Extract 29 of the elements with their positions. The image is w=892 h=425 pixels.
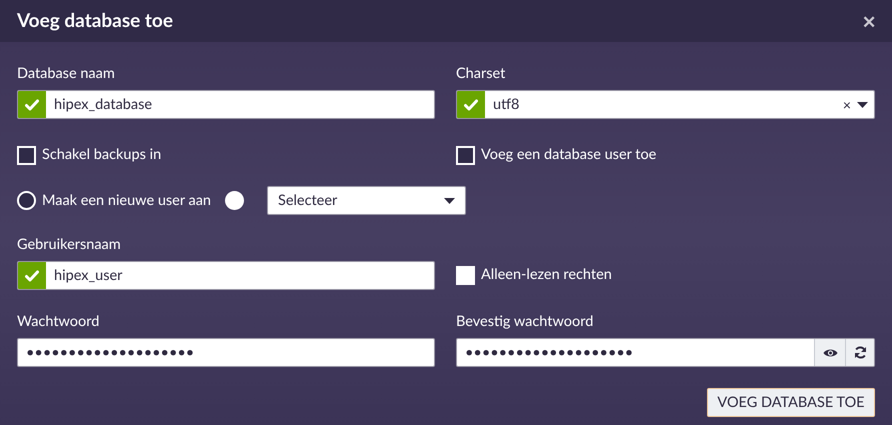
radio-label: Maak een nieuwe user aan (42, 190, 212, 211)
select-dropdown[interactable]: Selecteer (267, 186, 466, 215)
close-button[interactable]: ✕ (862, 12, 876, 30)
checkbox[interactable] (456, 146, 475, 164)
text-field[interactable]: hipex_user (17, 261, 435, 290)
dialog-title: Voeg database toe (17, 8, 173, 34)
eye-button[interactable] (814, 339, 845, 366)
refresh-button[interactable] (845, 339, 874, 366)
field-label: Wachtwoord (17, 312, 100, 332)
caret-icon (857, 102, 868, 108)
text-field[interactable]: •••••••••••••••••••• (456, 338, 875, 367)
eye-icon (822, 348, 838, 358)
field-label: Charset (456, 64, 506, 84)
add-database-button[interactable]: VOEG DATABASE TOE (707, 388, 875, 417)
radio-button[interactable] (17, 191, 36, 210)
field-label: Database naam (17, 64, 116, 84)
checkbox-label: Schakel backups in (42, 145, 162, 166)
text-field[interactable]: •••••••••••••••••••• (17, 338, 435, 367)
radio-button[interactable] (225, 191, 244, 210)
field-label: Gebruikersnaam (17, 235, 122, 255)
refresh-icon (854, 346, 866, 359)
checkbox[interactable] (17, 146, 36, 164)
caret-icon (444, 198, 456, 204)
text-field[interactable]: utf8 × (456, 90, 875, 119)
checkbox-label: Alleen-lezen rechten (481, 265, 612, 286)
clear-button[interactable]: × (842, 94, 851, 115)
field-label: Bevestig wachtwoord (456, 312, 594, 332)
checkbox-label: Voeg een database user toe (481, 145, 656, 166)
text-field[interactable]: hipex_database (17, 90, 435, 119)
